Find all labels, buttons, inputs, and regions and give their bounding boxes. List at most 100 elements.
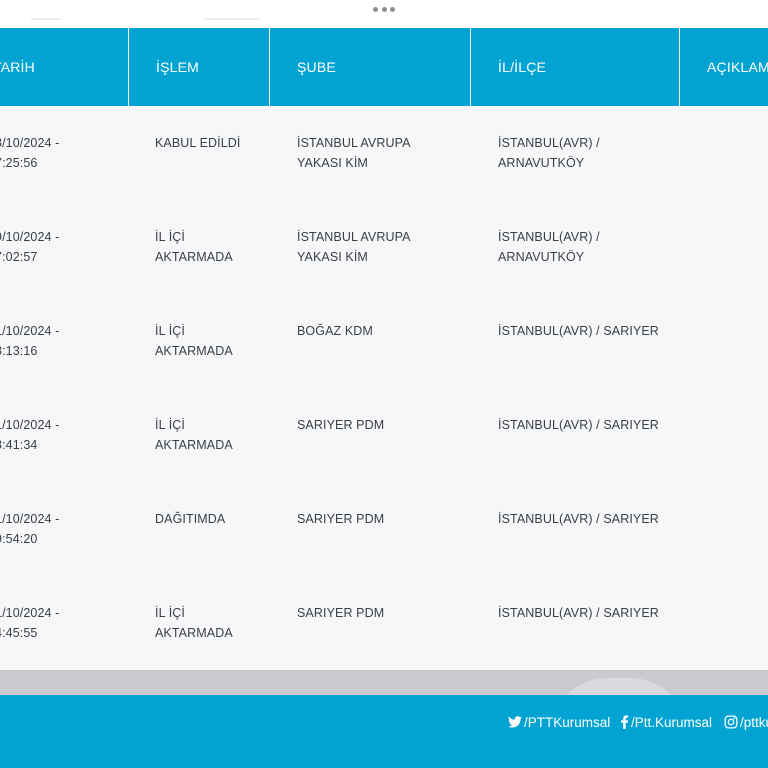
sube-text: SARIYER PDM [297,606,385,620]
cell-ililce: İSTANBUL(AVR) / SARIYER [498,416,668,436]
cell-islem: KABUL EDİLDİ [155,134,265,154]
table-row: 18/10/2024 - 17:25:56 KABUL EDİLDİ İSTANB… [0,106,768,200]
cell-ililce: İSTANBUL(AVR) / SARIYER [498,604,668,624]
table-row: 21/10/2024 - 08:13:16 İL İÇİ AKTARMADA BOĞ… [0,294,768,388]
cell-sube: SARIYER PDM [297,604,462,624]
header-aciklama: AÇIKLAMA [707,59,768,75]
time-text: 08:13:16 [0,343,38,358]
sube-text: YAKASI KİM [297,155,368,170]
cell-date: 21/10/2024 - 14:45:55 [0,604,98,643]
date-text: 18/10/2024 - [0,136,60,150]
page: TARİH İŞLEM ŞUBE İL/İLÇE AÇIKLAMA 18/10/… [0,0,768,768]
dot [373,6,378,12]
cell-ililce: İSTANBUL(AVR) / SARIYER [498,510,668,530]
background-shape [548,678,690,695]
more-dots-icon[interactable] [373,6,395,12]
table-row: 21/10/2024 - 08:41:34 İL İÇİ AKTARMADA SAR… [0,388,768,482]
cell-date: 21/10/2024 - 09:54:20 [0,510,98,549]
ghost-line [30,18,62,20]
twitter-link[interactable]: /PTTKurumsal [508,713,610,731]
ililce-text: ARNAVUTKÖY [498,249,585,264]
instagram-handle: /pttkurumsal [740,714,768,730]
date-text: 21/10/2024 - [0,512,60,526]
ililce-text: İSTANBUL(AVR) / SARIYER [498,418,659,432]
cell-date: 18/10/2024 - 17:25:56 [0,134,98,173]
time-text: 09:54:20 [0,531,38,546]
cell-ililce: İSTANBUL(AVR) / ARNAVUTKÖY [498,228,668,267]
cell-date: 21/10/2024 - 08:13:16 [0,322,98,361]
cell-ililce: İSTANBUL(AVR) / SARIYER [498,322,668,342]
cell-islem: İL İÇİ AKTARMADA [155,416,265,455]
cell-islem: İL İÇİ AKTARMADA [155,604,265,643]
date-text: 21/10/2024 - [0,418,60,432]
facebook-icon [621,715,629,729]
dot [390,6,395,12]
cell-sube: İSTANBUL AVRUPA YAKASI KİM [297,228,462,267]
sube-text: İSTANBUL AVRUPA [297,230,411,244]
date-text: 21/10/2024 - [0,606,60,620]
twitter-icon [508,716,522,728]
table-row: 19/10/2024 - 07:02:57 İL İÇİ AKTARMADA İST… [0,200,768,294]
twitter-handle: /PTTKurumsal [524,714,611,730]
ililce-text: İSTANBUL(AVR) / SARIYER [498,324,659,338]
islem-text: İL İÇİ [155,606,186,620]
header-sube: ŞUBE [297,59,336,75]
cell-sube: BOĞAZ KDM [297,322,462,342]
cell-ililce: İSTANBUL(AVR) / ARNAVUTKÖY [498,134,668,173]
time-text: 07:02:57 [0,249,38,264]
facebook-link[interactable]: /Ptt.Kurumsal [620,713,712,731]
ililce-text: İSTANBUL(AVR) / SARIYER [498,512,659,526]
islem-text: İL İÇİ [155,324,186,338]
facebook-handle: /Ptt.Kurumsal [631,714,713,730]
islem-text: AKTARMADA [155,625,233,640]
header-divider [470,28,471,106]
date-text: 19/10/2024 - [0,230,60,244]
cell-islem: DAĞITIMDA [155,510,265,530]
sube-text: BOĞAZ KDM [297,324,373,338]
time-text: 08:41:34 [0,437,38,452]
header-divider [128,28,129,106]
cell-date: 21/10/2024 - 08:41:34 [0,416,98,455]
cell-islem: İL İÇİ AKTARMADA [155,228,265,267]
cell-islem: İL İÇİ AKTARMADA [155,322,265,361]
table-row: 21/10/2024 - 14:45:55 İL İÇİ AKTARMADA SAR… [0,576,768,670]
table-row: 21/10/2024 - 09:54:20 DAĞITIMDA SARIYER P… [0,482,768,576]
dot [381,6,387,12]
table-body: 18/10/2024 - 17:25:56 KABUL EDİLDİ İSTANB… [0,106,768,670]
time-text: 17:25:56 [0,155,38,170]
islem-text: İL İÇİ [155,418,186,432]
header-ililce: İL/İLÇE [498,59,547,75]
sube-text: SARIYER PDM [297,418,385,432]
ghost-line [205,18,260,20]
islem-text: AKTARMADA [155,343,233,358]
islem-text: İL İÇİ [155,230,186,244]
sube-text: YAKASI KİM [297,249,368,264]
top-bar [0,0,768,28]
gray-band [0,670,768,695]
islem-text: AKTARMADA [155,249,233,264]
cell-sube: SARIYER PDM [297,510,462,530]
cell-date: 19/10/2024 - 07:02:57 [0,228,98,267]
date-text: 21/10/2024 - [0,324,60,338]
header-divider [269,28,270,106]
cell-sube: İSTANBUL AVRUPA YAKASI KİM [297,134,462,173]
instagram-link[interactable]: /pttkurumsal [724,713,768,731]
tracking-table: TARİH İŞLEM ŞUBE İL/İLÇE AÇIKLAMA 18/10/… [0,28,768,670]
header-islem: İŞLEM [156,59,200,75]
islem-text: KABUL EDİLDİ [155,136,241,150]
instagram-icon [724,715,738,729]
ililce-text: İSTANBUL(AVR) / SARIYER [498,606,659,620]
header-divider [679,28,680,106]
ililce-text: İSTANBUL(AVR) / [498,136,600,150]
cell-sube: SARIYER PDM [297,416,462,436]
footer: /PTTKurumsal /Ptt.Kurumsal /pttkurumsal [0,695,768,768]
table-header: TARİH İŞLEM ŞUBE İL/İLÇE AÇIKLAMA [0,28,768,106]
sube-text: İSTANBUL AVRUPA [297,136,411,150]
ililce-text: İSTANBUL(AVR) / [498,230,600,244]
header-tarih: TARİH [0,59,35,75]
sube-text: SARIYER PDM [297,512,385,526]
islem-text: AKTARMADA [155,437,233,452]
time-text: 14:45:55 [0,625,38,640]
ililce-text: ARNAVUTKÖY [498,155,585,170]
islem-text: DAĞITIMDA [155,512,226,526]
